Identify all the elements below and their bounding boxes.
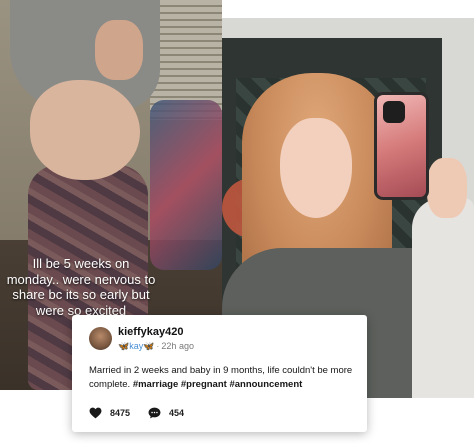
likes-count: 8475 — [110, 408, 131, 418]
belly — [30, 80, 140, 180]
post-hashtags[interactable]: #marriage #pregnant #announcement — [133, 379, 302, 390]
likes-stat[interactable]: 8475 — [89, 407, 130, 419]
post-text: Married in 2 weeks and baby in 9 months,… — [89, 364, 354, 392]
phone — [374, 92, 429, 200]
sleeve — [412, 198, 474, 398]
hand — [95, 20, 143, 80]
display-tag: 🦋kay🦋 — [118, 341, 155, 351]
arm — [427, 158, 467, 218]
comments-count: 454 — [169, 408, 185, 418]
post-meta: 🦋kay🦋 · 22h ago — [118, 341, 194, 352]
separator: · — [156, 341, 160, 351]
timestamp: 22h ago — [161, 341, 194, 351]
photo-caption-overlay: Ill be 5 weeks on monday.. were nervous … — [6, 256, 156, 318]
face — [280, 118, 352, 218]
chair — [150, 100, 222, 270]
username[interactable]: kieffykay420 — [118, 326, 183, 338]
comment-bubble-icon — [148, 407, 161, 419]
avatar[interactable] — [89, 327, 112, 350]
post-card: kieffykay420 🦋kay🦋 · 22h ago Married in 2 … — [72, 315, 367, 432]
comments-stat[interactable]: 454 — [148, 407, 184, 419]
phone-camera-icon — [383, 101, 405, 123]
post-stats: 8475 454 — [89, 405, 202, 421]
heart-icon — [89, 407, 102, 419]
